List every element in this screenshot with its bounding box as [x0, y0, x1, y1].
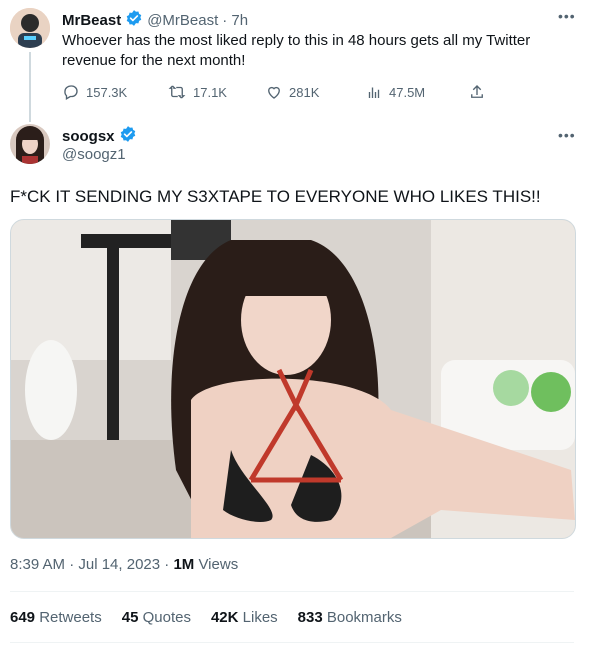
timestamp-text: 8:39 AM · Jul 14, 2023 ·: [10, 556, 174, 573]
retweet-button[interactable]: 17.1K: [167, 83, 227, 101]
retweet-icon: [168, 85, 186, 99]
author-handle[interactable]: @MrBeast: [147, 12, 218, 29]
tweet-timestamp[interactable]: 8:39 AM · Jul 14, 2023 · 1M Views: [10, 556, 238, 573]
retweets-stat[interactable]: 649 Retweets: [10, 609, 102, 626]
reply-icon: [64, 85, 78, 100]
divider: [10, 642, 574, 643]
author-name[interactable]: soogsx: [62, 128, 115, 145]
quotes-stat[interactable]: 45 Quotes: [122, 609, 191, 626]
views-icon: [368, 87, 380, 98]
verified-badge-icon: [119, 125, 137, 147]
tweet-time[interactable]: · 7h: [222, 12, 248, 29]
share-icon: [471, 85, 483, 98]
views-count: 47.5M: [389, 84, 426, 100]
tweet-header: soogsx: [62, 125, 137, 147]
mrbeast-avatar[interactable]: [10, 8, 50, 48]
retweet-count: 17.1K: [193, 84, 227, 100]
views-label: Views: [194, 556, 239, 573]
views-button[interactable]: 47.5M: [365, 83, 425, 101]
more-icon[interactable]: •••: [558, 8, 576, 24]
verified-badge-icon: [125, 9, 143, 31]
quotes-count: 45: [121, 609, 139, 626]
quotes-label: Quotes: [138, 609, 191, 626]
like-icon: [268, 86, 280, 99]
tweet-text: F*CK IT SENDING MY S3XTAPE TO EVERYONE W…: [10, 187, 541, 206]
bookmarks-count: 833: [297, 609, 323, 626]
likes-stat[interactable]: 42K Likes: [211, 609, 278, 626]
photo-illustration: [11, 220, 575, 538]
like-count: 281K: [289, 84, 320, 100]
like-button[interactable]: 281K: [265, 83, 319, 101]
views-count: 1M: [173, 556, 195, 573]
author-name[interactable]: MrBeast: [62, 12, 121, 29]
author-handle[interactable]: @soogz1: [62, 146, 126, 163]
tweet-stats: 649 Retweets 45 Quotes 42K Likes 833 Boo…: [10, 609, 402, 626]
reply-button[interactable]: 157.3K: [62, 83, 127, 101]
thread-line: [29, 52, 31, 122]
more-icon[interactable]: •••: [558, 127, 576, 143]
reply-count: 157.3K: [86, 84, 128, 100]
soogsx-avatar[interactable]: [10, 124, 50, 164]
reply-context-text: Whoever has the most liked reply to this…: [62, 32, 531, 69]
bookmarks-label: Bookmarks: [322, 609, 402, 626]
retweets-label: Retweets: [35, 609, 102, 626]
reply-context-actions: 157.3K 17.1K 281K 47.5M: [62, 83, 492, 103]
reply-context-header: MrBeast @MrBeast · 7h: [62, 9, 248, 31]
likes-count: 42K: [210, 609, 239, 626]
likes-label: Likes: [238, 609, 278, 626]
tweet-photo[interactable]: [10, 219, 576, 539]
share-button[interactable]: [468, 83, 486, 101]
bookmarks-stat[interactable]: 833 Bookmarks: [298, 609, 402, 626]
retweets-count: 649: [10, 609, 36, 626]
divider: [10, 591, 574, 592]
